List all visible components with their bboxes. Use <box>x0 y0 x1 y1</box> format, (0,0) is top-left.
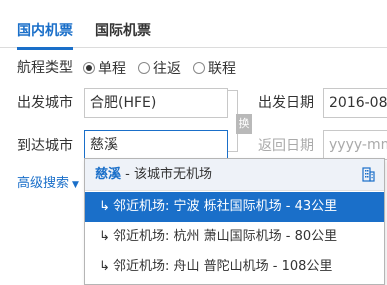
sub-item-arrow-icon: ↳ <box>99 229 110 244</box>
tab-international-flights[interactable]: 国际机票 <box>95 21 151 41</box>
nearby-airport-option[interactable]: ↳ 邻近机场: 杭州 萧山国际机场 - 80公里 <box>85 222 384 252</box>
dropdown-header-title: 慈溪 - 该城市无机场 <box>95 167 212 183</box>
radio-multi-city-indicator[interactable] <box>193 62 205 74</box>
nearby-airport-text: 邻近机场: 舟山 普陀山机场 - 108公里 <box>113 259 333 274</box>
radio-one-way-indicator[interactable] <box>83 62 95 74</box>
city-suggestion-dropdown: 慈溪 - 该城市无机场 ↳ 邻近机场: 宁波 栎社国际机场 - 43公里 ↳ 邻近机… <box>84 158 385 285</box>
nearby-airport-option[interactable]: ↳ 邻近机场: 宁波 栎社国际机场 - 43公里 <box>85 192 384 222</box>
departure-city-label: 出发城市 <box>17 95 73 111</box>
nearby-airport-option[interactable]: ↳ 邻近机场: 舟山 普陀山机场 - 108公里 <box>85 252 384 282</box>
advanced-search-link[interactable]: 高级搜索 ▼ <box>17 175 79 194</box>
arrival-city-label: 到达城市 <box>17 138 73 154</box>
dropdown-no-airport-note: - 该城市无机场 <box>121 167 212 182</box>
radio-round-trip-indicator[interactable] <box>138 62 150 74</box>
departure-date-input[interactable]: 2016-08- <box>323 88 387 118</box>
nearby-airport-text: 邻近机场: 杭州 萧山国际机场 - 80公里 <box>113 229 338 244</box>
advanced-search-label: 高级搜索 <box>17 176 70 191</box>
tab-bar: 国内机票 国际机票 <box>0 0 387 50</box>
tab-domestic-flights[interactable]: 国内机票 <box>17 21 73 50</box>
caret-down-icon: ▼ <box>72 180 79 190</box>
trip-type-radio-group: 单程 往返 联程 <box>83 58 248 78</box>
sub-item-arrow-icon: ↳ <box>99 199 110 214</box>
building-icon <box>362 167 375 182</box>
return-date-input[interactable]: yyyy-mm <box>323 130 387 160</box>
trip-type-label: 航程类型 <box>17 60 73 76</box>
sub-item-arrow-icon: ↳ <box>99 259 110 274</box>
dropdown-city-name: 慈溪 <box>95 167 122 182</box>
radio-one-way[interactable]: 单程 <box>83 58 126 78</box>
dropdown-header: 慈溪 - 该城市无机场 <box>85 159 384 191</box>
nearby-airport-text: 邻近机场: 宁波 栎社国际机场 - 43公里 <box>113 199 338 214</box>
radio-multi-city[interactable]: 联程 <box>193 58 236 78</box>
radio-round-trip-label: 往返 <box>153 61 181 77</box>
arrival-city-input[interactable]: 慈溪 <box>84 130 228 160</box>
swap-cities-button[interactable]: 换 <box>236 114 252 134</box>
radio-multi-city-label: 联程 <box>208 61 236 77</box>
departure-city-input[interactable]: 合肥(HFE) <box>84 88 228 118</box>
radio-one-way-label: 单程 <box>98 61 126 77</box>
departure-date-label: 出发日期 <box>258 95 314 111</box>
radio-round-trip[interactable]: 往返 <box>138 58 181 78</box>
return-date-label: 返回日期 <box>258 138 314 154</box>
